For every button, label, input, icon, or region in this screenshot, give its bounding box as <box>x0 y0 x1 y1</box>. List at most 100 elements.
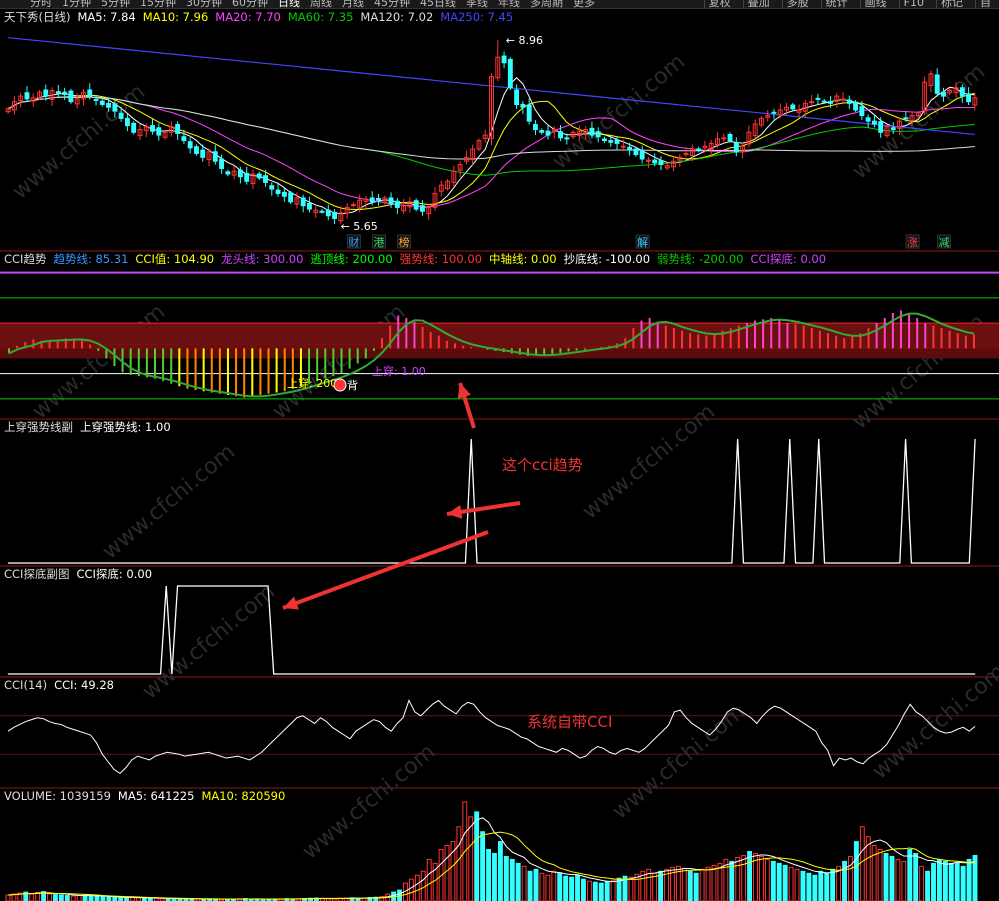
candle-body <box>394 200 400 208</box>
candle-body <box>696 148 702 151</box>
volume-bar <box>604 880 610 901</box>
volume-bar <box>830 868 836 901</box>
watermark-text: www.cfchi.com <box>848 59 990 184</box>
candle-body <box>507 58 513 89</box>
stock-chart[interactable]: www.cfchi.comwww.cfchi.comwww.cfchi.comw… <box>0 0 999 901</box>
watermark-text: www.cfchi.com <box>268 299 410 424</box>
volume-panel <box>5 801 978 901</box>
panel-header: 天下秀(日线) MA5: 7.84 MA10: 7.96 MA20: 7.70 MA60… <box>4 10 513 24</box>
candle-body <box>212 151 218 162</box>
candle-body <box>941 91 946 97</box>
header-item: CCI探底副图 <box>4 567 69 581</box>
candle-body <box>627 146 633 151</box>
volume-bar <box>895 858 901 901</box>
volume-ma5-line <box>7 817 976 900</box>
candle-body <box>307 203 312 210</box>
volume-bar <box>794 868 800 901</box>
volume-bar <box>557 872 563 901</box>
candle-body <box>181 136 187 142</box>
candle-body <box>633 148 639 156</box>
volume-bar <box>492 852 497 901</box>
candle-body <box>815 97 821 100</box>
header-item: MA20: 7.70 <box>215 10 281 24</box>
candle-body <box>890 127 896 131</box>
candle-body <box>771 111 777 114</box>
candle-body <box>376 197 381 201</box>
volume-bar <box>628 876 634 901</box>
cci-bottom-panel <box>7 585 976 675</box>
header-item: 逃顶线: 200.00 <box>310 252 392 266</box>
header-item: MA250: 7.45 <box>440 10 513 24</box>
candle-body <box>501 55 507 64</box>
candle-body <box>62 91 68 95</box>
header-item: MA120: 7.02 <box>360 10 433 24</box>
candle-body <box>281 191 287 197</box>
volume-bar <box>533 868 539 901</box>
volume-bar <box>883 852 889 901</box>
candle-body <box>194 146 199 154</box>
volume-bar <box>586 880 592 901</box>
header-item: 抄底线: -100.00 <box>564 252 650 266</box>
volume-bar <box>877 849 883 901</box>
candle-body <box>589 127 595 136</box>
volume-bar <box>800 870 806 901</box>
candle-body <box>809 101 815 104</box>
volume-bar <box>551 870 557 901</box>
volume-bar <box>76 895 82 901</box>
candle-body <box>721 137 727 140</box>
volume-bar <box>735 856 741 901</box>
header-item: MA60: 7.35 <box>288 10 354 24</box>
volume-bar <box>782 864 788 901</box>
header-item: 上穿强势线副 <box>4 420 73 434</box>
candle-body <box>413 200 419 210</box>
candle-body <box>934 74 940 94</box>
candle-body <box>187 141 193 149</box>
volume-bar <box>853 841 859 901</box>
divergence-icon <box>333 378 347 392</box>
volume-bar <box>100 896 106 901</box>
candle-body <box>602 138 607 142</box>
candle-body <box>545 130 551 136</box>
candle-body <box>658 160 664 166</box>
volume-bar <box>47 893 52 901</box>
candle-body <box>727 134 733 142</box>
candle-body <box>639 150 645 160</box>
volume-bar <box>118 897 124 901</box>
header-item: VOLUME: 1039159 <box>4 789 111 803</box>
header-item: MA5: 641225 <box>118 789 195 803</box>
watermark-text: www.cfchi.com <box>868 659 999 784</box>
watermark-text: www.cfchi.com <box>98 439 240 564</box>
candle-body <box>790 104 796 110</box>
volume-bar <box>889 855 895 901</box>
header-item: 中轴线: 0.00 <box>489 252 557 266</box>
volume-bar <box>575 874 580 901</box>
arrow-to-cci-trend <box>457 382 476 429</box>
candle-body <box>526 104 532 122</box>
candle-body <box>237 169 243 178</box>
volume-bar <box>70 895 76 901</box>
volume-bar <box>426 858 432 901</box>
candle-body <box>878 121 884 133</box>
volume-bar <box>687 870 693 901</box>
volume-bar <box>88 895 94 901</box>
candle-body <box>558 131 563 139</box>
header-item: 弱势线: -200.00 <box>657 252 743 266</box>
volume-bar <box>652 872 658 901</box>
watermark-text: www.cfchi.com <box>578 399 720 524</box>
low-price-label: ← 5.65 <box>341 220 378 233</box>
volume-bar <box>414 874 420 901</box>
main-kline-panel: ← 8.96 ← 5.65 财 港 榜 解 涨 减 <box>5 34 978 249</box>
volume-bar <box>907 849 913 901</box>
candle-body <box>43 89 49 97</box>
candle-body <box>828 101 833 104</box>
panel-header: VOLUME: 1039159 MA5: 641225 MA10: 820590 <box>4 789 285 803</box>
candle-body <box>106 102 112 108</box>
cci-trend-panel: 上穿: 200 上穿: 1.00 背 <box>0 271 999 400</box>
candle-body <box>620 145 626 148</box>
volume-bar <box>729 860 735 901</box>
volume-bar <box>106 896 112 901</box>
volume-bar <box>931 862 936 901</box>
header-item: CCI(14) <box>4 678 47 692</box>
candle-body <box>608 140 614 143</box>
cci14-panel <box>0 699 999 775</box>
